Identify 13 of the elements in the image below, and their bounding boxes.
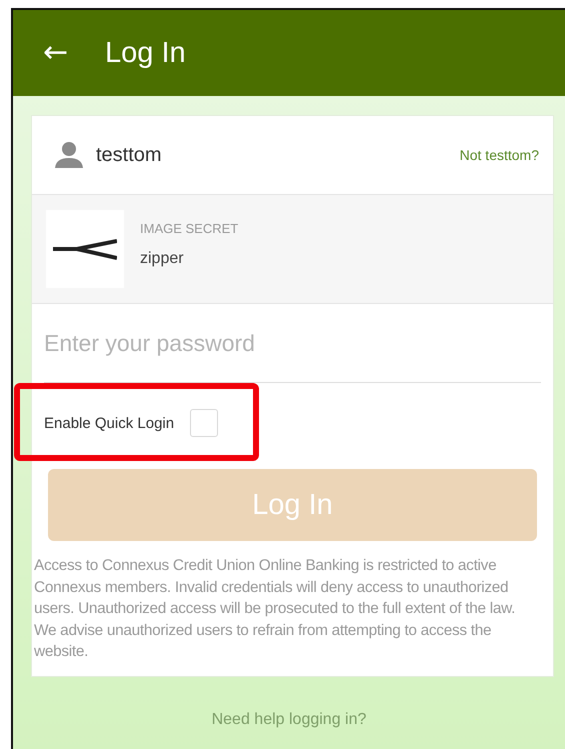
zipper-icon — [53, 237, 117, 261]
quick-login-checkbox[interactable] — [190, 409, 218, 437]
person-icon — [54, 141, 84, 169]
username: testtom — [96, 144, 163, 166]
image-secret-value: zipper — [140, 250, 185, 268]
switch-user-link[interactable]: Not testtom? — [460, 147, 539, 163]
quick-login-label: Enable Quick Login — [44, 414, 174, 432]
image-secret-label: IMAGE SECRET — [140, 220, 238, 236]
back-button[interactable]: ← — [43, 38, 73, 68]
page-title: Log In — [105, 36, 186, 70]
password-field[interactable]: Enter your password — [44, 304, 541, 383]
help-link[interactable]: Need help logging in? — [212, 711, 366, 729]
disclaimer-text: Access to Connexus Credit Union Online Banking is restricted to active Connexus members. Invalid credentials will deny access to unauthorized users. Unauthorized access will be prosecuted to the full extent of the law. We advise unauthorized users to refrain from attempting to access the website. — [34, 556, 516, 662]
